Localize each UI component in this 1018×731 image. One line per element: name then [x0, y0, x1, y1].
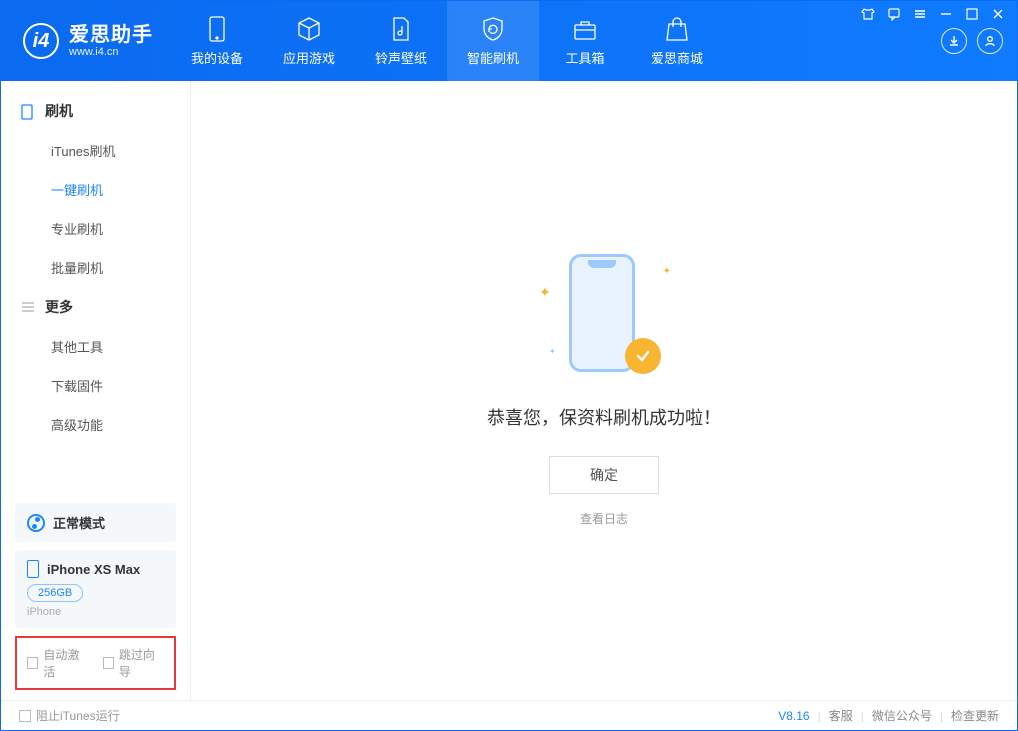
shield-refresh-icon: [480, 16, 506, 42]
skip-guide-checkbox[interactable]: 跳过向导: [103, 646, 165, 680]
sidebar-item-pro-flash[interactable]: 专业刷机: [1, 209, 190, 248]
success-illustration: ✦ ✦ ✦: [529, 254, 679, 384]
sidebar-bottom: 正常模式 iPhone XS Max 256GB iPhone 自动激活: [1, 493, 190, 700]
sidebar-group-flash: 刷机: [1, 91, 190, 131]
sidebar-item-other-tools[interactable]: 其他工具: [1, 327, 190, 366]
music-file-icon: [388, 16, 414, 42]
device-icon: [204, 16, 230, 42]
device-phone-icon: [27, 560, 39, 578]
mode-box[interactable]: 正常模式: [15, 503, 176, 542]
checkbox-icon: [27, 657, 38, 669]
mode-label: 正常模式: [53, 513, 105, 532]
checkbox-label: 阻止iTunes运行: [36, 707, 120, 724]
sidebar-item-download-firmware[interactable]: 下载固件: [1, 366, 190, 405]
separator: |: [940, 709, 943, 723]
logo: i4 爱思助手 www.i4.cn: [1, 1, 171, 81]
check-badge-icon: [625, 338, 661, 374]
app-subtitle: www.i4.cn: [69, 46, 153, 58]
sidebar-item-batch-flash[interactable]: 批量刷机: [1, 248, 190, 287]
wechat-link[interactable]: 微信公众号: [872, 707, 932, 724]
footer: 阻止iTunes运行 V8.16 | 客服 | 微信公众号 | 检查更新: [1, 700, 1017, 730]
nav-store[interactable]: 爱思商城: [631, 1, 723, 81]
user-button[interactable]: [977, 28, 1003, 54]
separator: |: [818, 709, 821, 723]
feedback-icon[interactable]: [887, 7, 901, 21]
phone-small-icon: [21, 104, 35, 118]
app-title: 爱思助手: [69, 24, 153, 46]
footer-right: V8.16 | 客服 | 微信公众号 | 检查更新: [778, 707, 999, 724]
nav-my-device[interactable]: 我的设备: [171, 1, 263, 81]
list-small-icon: [21, 300, 35, 314]
device-storage-badge: 256GB: [27, 584, 83, 602]
ok-button[interactable]: 确定: [549, 456, 659, 494]
checkbox-label: 跳过向导: [119, 646, 164, 680]
view-log-link[interactable]: 查看日志: [580, 510, 628, 527]
logo-icon: i4: [23, 23, 59, 59]
nav-label: 铃声壁纸: [375, 48, 427, 67]
sidebar-item-advanced[interactable]: 高级功能: [1, 405, 190, 444]
bag-icon: [664, 16, 690, 42]
separator: |: [861, 709, 864, 723]
block-itunes-checkbox[interactable]: 阻止iTunes运行: [19, 707, 120, 724]
options-box: 自动激活 跳过向导: [15, 636, 176, 690]
sidebar-group-title: 更多: [45, 297, 73, 317]
window-controls: [861, 7, 1005, 21]
device-name-label: iPhone XS Max: [47, 562, 140, 577]
close-button[interactable]: [991, 7, 1005, 21]
nav-label: 爱思商城: [651, 48, 703, 67]
download-button[interactable]: [941, 28, 967, 54]
maximize-button[interactable]: [965, 7, 979, 21]
checkbox-label: 自动激活: [43, 646, 88, 680]
main-nav: 我的设备 应用游戏 铃声壁纸 智能刷机 工具箱 爱思商城: [171, 1, 723, 81]
toolbox-icon: [572, 16, 598, 42]
auto-activate-checkbox[interactable]: 自动激活: [27, 646, 89, 680]
nav-toolbox[interactable]: 工具箱: [539, 1, 631, 81]
skin-icon[interactable]: [861, 7, 875, 21]
success-message: 恭喜您，保资料刷机成功啦！: [487, 404, 721, 430]
sidebar-item-itunes-flash[interactable]: iTunes刷机: [1, 131, 190, 170]
mode-icon: [27, 514, 45, 532]
cube-icon: [296, 16, 322, 42]
menu-icon[interactable]: [913, 7, 927, 21]
device-type-label: iPhone: [27, 606, 164, 618]
nav-label: 应用游戏: [283, 48, 335, 67]
checkbox-icon: [19, 710, 31, 722]
sparkle-icon: ✦: [539, 284, 551, 301]
minimize-button[interactable]: [939, 7, 953, 21]
checkbox-icon: [103, 657, 114, 669]
nav-label: 我的设备: [191, 48, 243, 67]
version-label: V8.16: [778, 709, 809, 723]
device-box[interactable]: iPhone XS Max 256GB iPhone: [15, 550, 176, 628]
sparkle-icon: ✦: [549, 347, 556, 356]
sidebar-group-more: 更多: [1, 287, 190, 327]
sidebar-item-oneclick-flash[interactable]: 一键刷机: [1, 170, 190, 209]
nav-ringtone-wallpaper[interactable]: 铃声壁纸: [355, 1, 447, 81]
sparkle-icon: ✦: [663, 266, 671, 277]
nav-label: 智能刷机: [467, 48, 519, 67]
check-update-link[interactable]: 检查更新: [951, 707, 999, 724]
body: 刷机 iTunes刷机 一键刷机 专业刷机 批量刷机 更多 其他工具 下载固件 …: [1, 81, 1017, 700]
nav-apps-games[interactable]: 应用游戏: [263, 1, 355, 81]
header: i4 爱思助手 www.i4.cn 我的设备 应用游戏 铃声壁纸 智能刷机: [1, 1, 1017, 81]
nav-smart-flash[interactable]: 智能刷机: [447, 1, 539, 81]
main-content: ✦ ✦ ✦ 恭喜您，保资料刷机成功啦！ 确定 查看日志: [191, 81, 1017, 700]
sidebar-group-title: 刷机: [45, 101, 73, 121]
app-window: i4 爱思助手 www.i4.cn 我的设备 应用游戏 铃声壁纸 智能刷机: [0, 0, 1018, 731]
nav-label: 工具箱: [565, 48, 604, 67]
customer-service-link[interactable]: 客服: [829, 707, 853, 724]
sidebar: 刷机 iTunes刷机 一键刷机 专业刷机 批量刷机 更多 其他工具 下载固件 …: [1, 81, 191, 700]
